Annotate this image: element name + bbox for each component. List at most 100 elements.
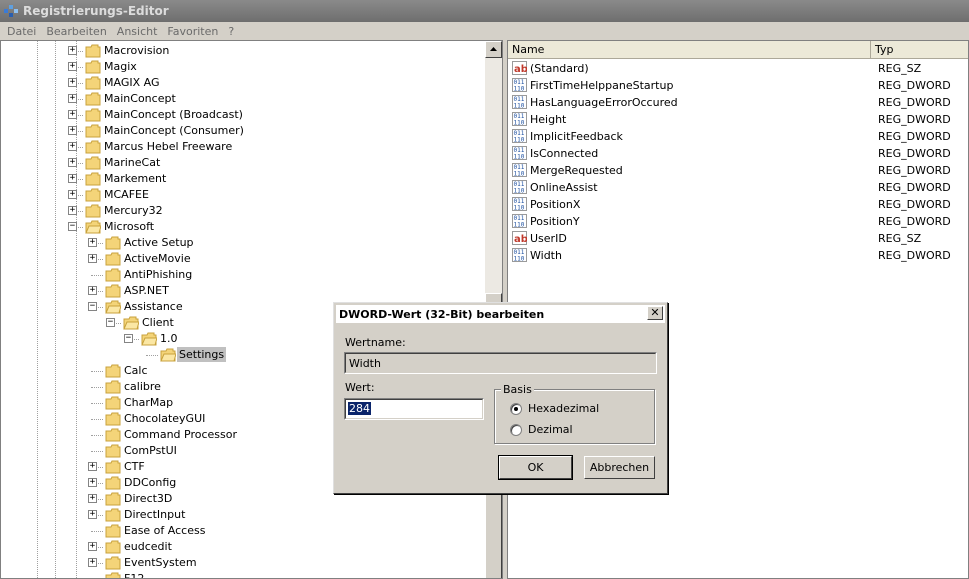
tree-item-label[interactable]: DirectInput — [122, 507, 187, 522]
tree-item-label[interactable]: ActiveMovie — [122, 251, 193, 266]
list-item[interactable]: 011 110 Width REG_DWORD — [508, 247, 968, 264]
tree-item-label[interactable]: Client — [140, 315, 176, 330]
tree-item-label[interactable]: calibre — [122, 379, 163, 394]
tree-row[interactable]: + Magix — [1, 59, 481, 75]
collapse-icon[interactable]: − — [106, 318, 115, 327]
menu-bearbeiten[interactable]: Bearbeiten — [41, 25, 111, 38]
collapse-icon[interactable]: − — [68, 222, 77, 231]
tree-row[interactable]: + MainConcept (Consumer) — [1, 123, 481, 139]
expand-icon[interactable]: + — [68, 46, 77, 55]
tree-item-label[interactable]: Calc — [122, 363, 150, 378]
list-item[interactable]: 011 110 MergeRequested REG_DWORD — [508, 162, 968, 179]
expand-icon[interactable]: + — [88, 462, 97, 471]
tree-item-label[interactable]: Ease of Access — [122, 523, 207, 538]
tree-item-label[interactable]: DDConfig — [122, 475, 178, 490]
tree-row[interactable]: AntiPhishing — [1, 267, 481, 283]
expand-icon[interactable]: + — [88, 494, 97, 503]
tree-item-label[interactable]: ComPstUI — [122, 443, 179, 458]
tree-item-label[interactable]: Markement — [102, 171, 168, 186]
expand-icon[interactable]: + — [88, 238, 97, 247]
ok-button[interactable]: OK — [498, 455, 573, 480]
tree-row[interactable]: + DirectInput — [1, 507, 481, 523]
tree-item-label[interactable]: Microsoft — [102, 219, 156, 234]
tree-item-label[interactable]: MainConcept — [102, 91, 178, 106]
list-item[interactable]: 011 110 IsConnected REG_DWORD — [508, 145, 968, 162]
tree-row[interactable]: + MAGIX AG — [1, 75, 481, 91]
tree-item-label[interactable]: MAGIX AG — [102, 75, 161, 90]
column-header-type[interactable]: Typ — [871, 41, 968, 59]
tree-row[interactable]: + MainConcept — [1, 91, 481, 107]
expand-icon[interactable]: + — [88, 254, 97, 263]
tree-item-label[interactable]: AntiPhishing — [122, 267, 194, 282]
tree-row[interactable]: + Active Setup — [1, 235, 481, 251]
expand-icon[interactable]: + — [68, 110, 77, 119]
tree-row[interactable]: + eudcedit — [1, 539, 481, 555]
expand-icon[interactable]: + — [68, 206, 77, 215]
tree-row[interactable]: Ease of Access — [1, 523, 481, 539]
tree-item-label[interactable]: Marcus Hebel Freeware — [102, 139, 234, 154]
tree-row[interactable]: + EventSystem — [1, 555, 481, 571]
radio-decimal-label[interactable]: Dezimal — [528, 423, 573, 436]
tree-item-label[interactable]: MCAFEE — [102, 187, 151, 202]
cancel-button[interactable]: Abbrechen — [584, 456, 655, 479]
tree-item-label[interactable]: Macrovision — [102, 43, 171, 58]
menu-help[interactable]: ? — [223, 25, 239, 38]
radio-decimal[interactable] — [510, 424, 522, 436]
close-icon[interactable]: ✕ — [647, 306, 663, 320]
list-item[interactable]: 011 110 PositionY REG_DWORD — [508, 213, 968, 230]
tree-item-label[interactable]: Active Setup — [122, 235, 196, 250]
tree-item-label[interactable]: Assistance — [122, 299, 185, 314]
tree-item-label[interactable]: MarineCat — [102, 155, 162, 170]
list-item[interactable]: 011 110 FirstTimeHelppaneStartup REG_DWORD — [508, 77, 968, 94]
tree-row[interactable]: − Microsoft — [1, 219, 481, 235]
tree-item-label[interactable]: Settings — [177, 347, 227, 362]
value-data-input[interactable]: 284 — [344, 398, 484, 420]
collapse-icon[interactable]: − — [124, 334, 133, 343]
tree-row[interactable]: + MCAFEE — [1, 187, 481, 203]
collapse-icon[interactable]: − — [88, 302, 97, 311]
tree-row[interactable]: + Mercury32 — [1, 203, 481, 219]
radio-hexadecimal[interactable] — [510, 403, 522, 415]
list-item[interactable]: 011 110 OnlineAssist REG_DWORD — [508, 179, 968, 196]
tree-row[interactable]: + Markement — [1, 171, 481, 187]
expand-icon[interactable]: + — [68, 190, 77, 199]
tree-row[interactable]: F12 — [1, 571, 481, 578]
expand-icon[interactable]: + — [88, 286, 97, 295]
expand-icon[interactable]: + — [88, 478, 97, 487]
tree-row[interactable]: + MainConcept (Broadcast) — [1, 107, 481, 123]
tree-item-label[interactable]: Mercury32 — [102, 203, 165, 218]
tree-item-label[interactable]: EventSystem — [122, 555, 199, 570]
tree-item-label[interactable]: CharMap — [122, 395, 175, 410]
list-item[interactable]: 011 110 HasLanguageErrorOccured REG_DWORD — [508, 94, 968, 111]
tree-row[interactable]: + Macrovision — [1, 43, 481, 59]
menu-favoriten[interactable]: Favoriten — [162, 25, 223, 38]
tree-row[interactable]: + ASP.NET — [1, 283, 481, 299]
tree-item-label[interactable]: ASP.NET — [122, 283, 171, 298]
list-item[interactable]: 011 110 Height REG_DWORD — [508, 111, 968, 128]
list-item[interactable]: ab (Standard) REG_SZ — [508, 60, 968, 77]
expand-icon[interactable]: + — [68, 174, 77, 183]
tree-item-label[interactable]: Direct3D — [122, 491, 174, 506]
expand-icon[interactable]: + — [68, 94, 77, 103]
expand-icon[interactable]: + — [88, 510, 97, 519]
tree-item-label[interactable]: ChocolateyGUI — [122, 411, 207, 426]
expand-icon[interactable]: + — [88, 542, 97, 551]
tree-row[interactable]: + MarineCat — [1, 155, 481, 171]
list-item[interactable]: 011 110 PositionX REG_DWORD — [508, 196, 968, 213]
list-item[interactable]: ab UserID REG_SZ — [508, 230, 968, 247]
tree-item-label[interactable]: 1.0 — [158, 331, 180, 346]
list-item[interactable]: 011 110 ImplicitFeedback REG_DWORD — [508, 128, 968, 145]
tree-item-label[interactable]: CTF — [122, 459, 147, 474]
tree-item-label[interactable]: MainConcept (Consumer) — [102, 123, 246, 138]
tree-item-label[interactable]: eudcedit — [122, 539, 174, 554]
radio-hexadecimal-label[interactable]: Hexadezimal — [528, 402, 599, 415]
menu-ansicht[interactable]: Ansicht — [112, 25, 163, 38]
expand-icon[interactable]: + — [68, 126, 77, 135]
scroll-up-button[interactable] — [485, 41, 502, 58]
expand-icon[interactable]: + — [68, 78, 77, 87]
tree-item-label[interactable]: F12 — [122, 571, 146, 578]
tree-item-label[interactable]: Command Processor — [122, 427, 239, 442]
column-header-name[interactable]: Name — [508, 41, 871, 59]
tree-item-label[interactable]: MainConcept (Broadcast) — [102, 107, 245, 122]
tree-row[interactable]: + Marcus Hebel Freeware — [1, 139, 481, 155]
